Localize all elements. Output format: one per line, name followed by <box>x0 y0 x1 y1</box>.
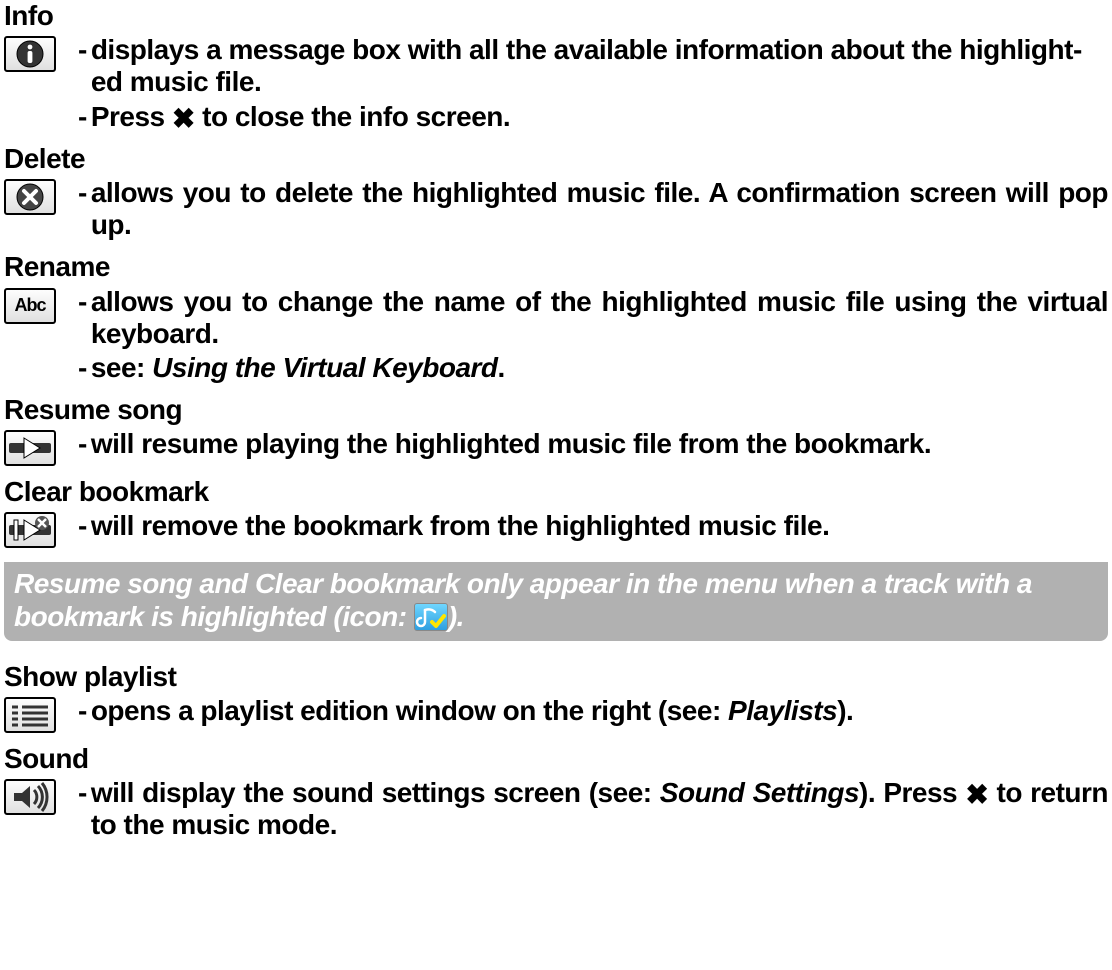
section-info: Info - displays a message box with all t… <box>4 0 1108 133</box>
rename-abc-icon: Abc <box>4 288 56 324</box>
section-clear: Clear bookmark - will remove the bookmar… <box>4 476 1108 548</box>
bookmark-track-icon <box>414 603 448 631</box>
row-rename-1: Abc - allows you to change the name of t… <box>4 286 1108 350</box>
bullet-text: allows you to delete the highlighted mus… <box>91 177 1108 241</box>
section-title-show: Show playlist <box>4 661 1108 693</box>
bullet-hyphen: - <box>78 177 91 209</box>
section-title-rename: Rename <box>4 251 1108 283</box>
section-sound: Sound - will display the sound settings … <box>4 743 1108 842</box>
clear-bookmark-icon <box>4 512 56 548</box>
bullet-hyphen: - <box>78 101 91 133</box>
manual-page: Info - displays a message box with all t… <box>0 0 1112 864</box>
bullet-text: will resume playing the highlighted musi… <box>91 428 1108 460</box>
row-clear-1: - will remove the bookmark from the high… <box>4 510 1108 548</box>
section-title-sound: Sound <box>4 743 1108 775</box>
bullet-hyphen: - <box>78 695 91 727</box>
section-title-resume: Resume song <box>4 394 1108 426</box>
bullet-text: opens a playlist edition window on the r… <box>91 695 1108 727</box>
row-show-1: - opens a playlist edition window on the… <box>4 695 1108 733</box>
resume-play-icon <box>4 430 56 466</box>
section-delete: Delete - allows you to delete the highli… <box>4 143 1108 242</box>
row-info-2: - Press ✖ to close the info screen. <box>4 101 1108 133</box>
bullet-hyphen: - <box>78 428 91 460</box>
row-delete-1: - allows you to delete the highlighted m… <box>4 177 1108 241</box>
row-info-1: - displays a message box with all the av… <box>4 34 1108 98</box>
section-title-clear: Clear bookmark <box>4 476 1108 508</box>
section-show: Show playlist - <box>4 661 1108 733</box>
bullet-hyphen: - <box>78 34 91 66</box>
bullet-hyphen: - <box>78 352 91 384</box>
bullet-text: will remove the bookmark from the highli… <box>91 510 1108 542</box>
close-x-icon: ✖ <box>172 105 195 133</box>
section-resume: Resume song - will resume playing the hi… <box>4 394 1108 466</box>
bullet-text: allows you to change the name of the hig… <box>91 286 1108 350</box>
bullet-hyphen: - <box>78 286 91 318</box>
section-title-info: Info <box>4 0 1108 32</box>
playlist-icon <box>4 697 56 733</box>
bullet-text: will display the sound settings screen (… <box>91 777 1108 841</box>
section-title-delete: Delete <box>4 143 1108 175</box>
bullet-hyphen: - <box>78 777 91 809</box>
delete-icon <box>4 179 56 215</box>
sound-speaker-icon <box>4 779 56 815</box>
row-sound-1: - will display the sound settings screen… <box>4 777 1108 841</box>
info-icon <box>4 36 56 72</box>
row-rename-2: - see: Using the Virtual Keyboard. <box>4 352 1108 384</box>
close-x-icon: ✖ <box>965 781 988 809</box>
row-resume-1: - will resume playing the highlighted mu… <box>4 428 1108 466</box>
section-rename: Rename Abc - allows you to change the na… <box>4 251 1108 384</box>
bullet-hyphen: - <box>78 510 91 542</box>
bullet-text: see: Using the Virtual Keyboard. <box>91 352 1108 384</box>
bullet-text: displays a message box with all the avai… <box>91 34 1108 98</box>
bullet-text: Press ✖ to close the info screen. <box>91 101 1108 133</box>
note-box: Resume song and Clear bookmark only appe… <box>4 562 1108 640</box>
